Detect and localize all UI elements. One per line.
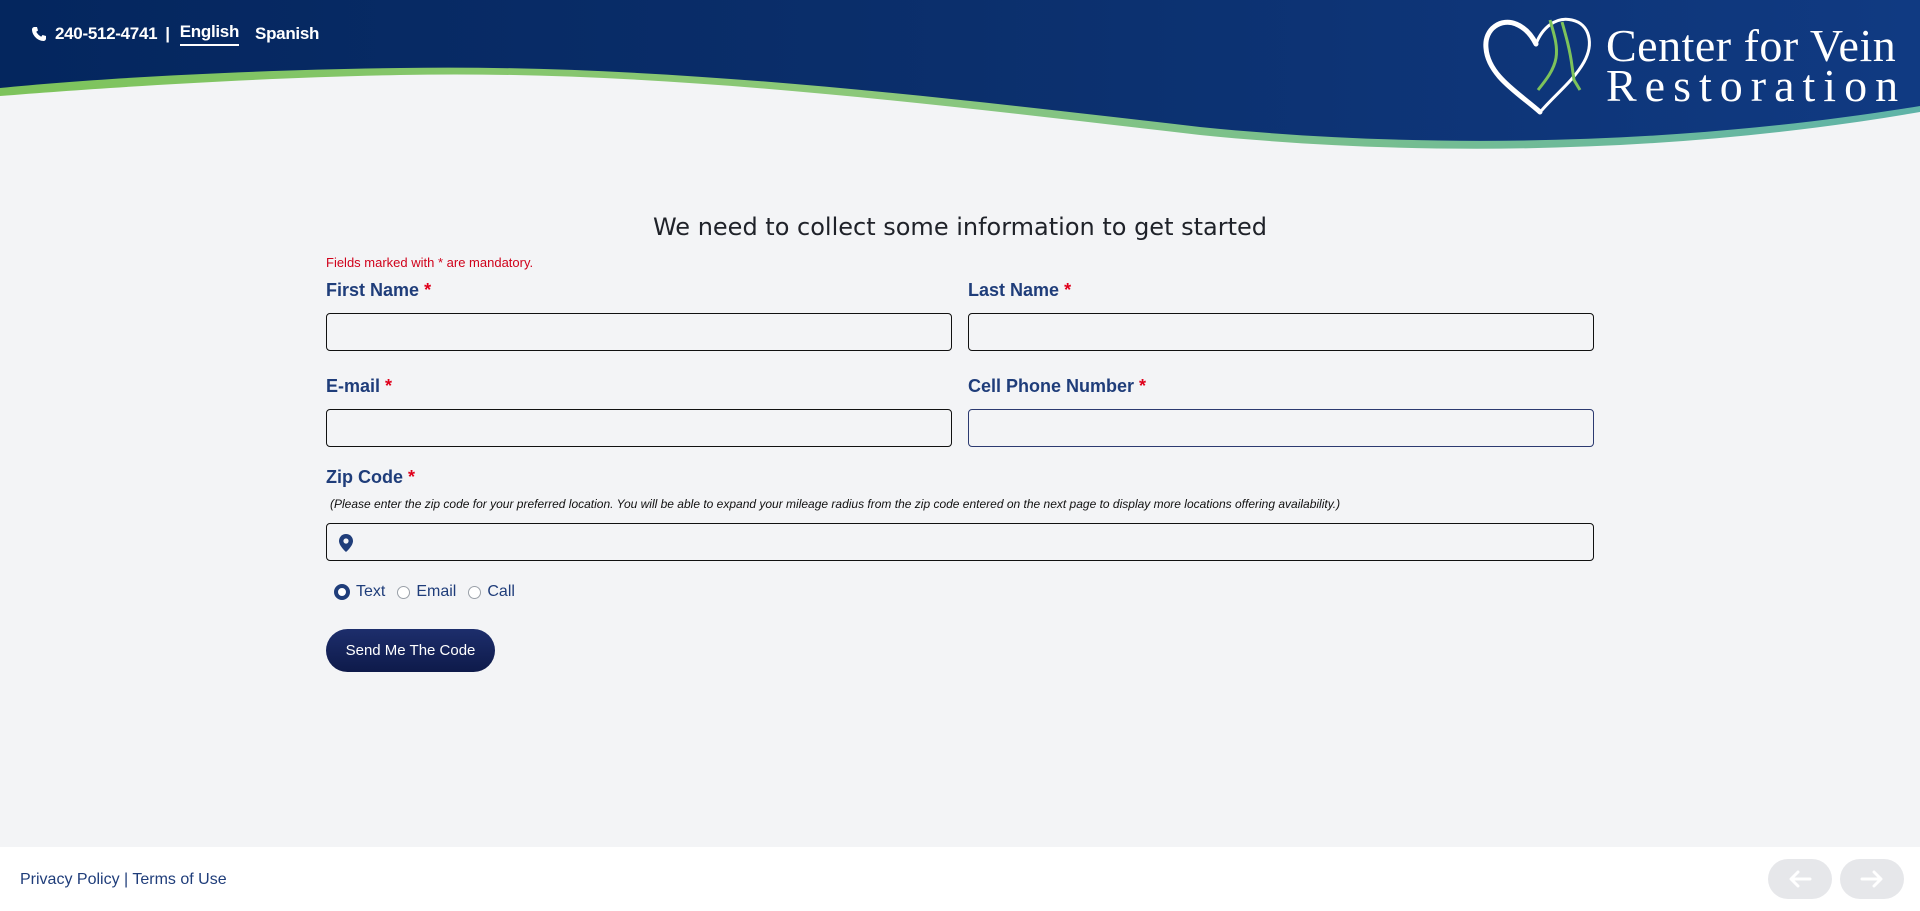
phone-icon (31, 26, 47, 42)
top-contact-bar: 240-512-4741 | English Spanish (31, 22, 335, 46)
zip-code-input[interactable] (326, 523, 1594, 561)
contact-method-text-label: Text (356, 583, 386, 600)
last-name-label: Last Name * (968, 280, 1594, 306)
email-input[interactable] (326, 409, 952, 447)
name-row: First Name * Last Name * (326, 273, 1594, 351)
zip-code-label-text: Zip Code (326, 467, 403, 487)
footer-links: Privacy Policy | Terms of Use (20, 871, 227, 889)
contact-row: E-mail * Cell Phone Number * (326, 369, 1594, 447)
send-me-the-code-button[interactable]: Send Me The Code (326, 629, 495, 672)
last-name-label-text: Last Name (968, 280, 1060, 300)
zip-code-input-wrap (326, 523, 1594, 561)
previous-button[interactable] (1768, 859, 1832, 899)
zip-code-field: Zip Code * (Please enter the zip code fo… (326, 467, 1594, 561)
radio-indicator[interactable] (468, 585, 482, 599)
topbar-separator: | (165, 24, 170, 43)
last-name-input[interactable] (968, 313, 1594, 351)
required-marker: * (408, 467, 416, 487)
contact-method-radio-group: Text Email Call (326, 583, 1594, 601)
form-title: We need to collect some information to g… (652, 213, 1268, 241)
cell-phone-input[interactable] (968, 409, 1594, 447)
footer-separator: | (124, 871, 129, 888)
last-name-field: Last Name * (968, 273, 1594, 351)
email-field: E-mail * (326, 369, 952, 447)
signup-form: We need to collect some information to g… (326, 210, 1594, 672)
site-header: 240-512-4741 | English Spanish Center fo… (0, 0, 1920, 160)
contact-method-call-radio[interactable]: Call (468, 583, 515, 601)
required-marker: * (1139, 376, 1147, 396)
first-name-label-text: First Name (326, 280, 420, 300)
contact-method-text-radio[interactable]: Text (334, 583, 385, 601)
zip-code-label: Zip Code * (326, 467, 1594, 493)
radio-indicator[interactable] (334, 584, 350, 600)
site-footer: Privacy Policy | Terms of Use (0, 847, 1920, 911)
first-name-label: First Name * (326, 280, 952, 306)
contact-method-email-radio[interactable]: Email (397, 583, 456, 601)
terms-of-use-link[interactable]: Terms of Use (132, 871, 226, 888)
arrow-right-icon (1860, 870, 1883, 888)
cell-phone-label-text: Cell Phone Number (968, 376, 1135, 396)
map-pin-icon (339, 534, 353, 552)
cell-phone-label: Cell Phone Number * (968, 376, 1594, 402)
mandatory-note: Fields marked with * are mandatory. (326, 255, 534, 270)
privacy-policy-link[interactable]: Privacy Policy (20, 871, 120, 888)
radio-indicator[interactable] (397, 585, 411, 599)
language-spanish-link[interactable]: Spanish (255, 24, 319, 44)
email-label-text: E-mail (326, 376, 381, 396)
arrow-left-icon (1789, 870, 1812, 888)
first-name-field: First Name * (326, 273, 952, 351)
language-english-link[interactable]: English (179, 22, 239, 46)
heart-leg-logo-icon (1483, 17, 1591, 115)
first-name-input[interactable] (326, 313, 952, 351)
contact-method-email-label: Email (416, 583, 457, 600)
phone-number[interactable]: 240-512-4741 (55, 24, 158, 44)
logo-line-2: Restoration (1606, 60, 1907, 111)
contact-method-call-label: Call (487, 583, 515, 600)
required-marker: * (424, 280, 432, 300)
next-button[interactable] (1840, 859, 1904, 899)
email-label: E-mail * (326, 376, 952, 402)
required-marker: * (1064, 280, 1072, 300)
logo-wordmark: Center for Vein Restoration (1606, 23, 1907, 111)
required-marker: * (385, 376, 393, 396)
cell-phone-field: Cell Phone Number * (968, 369, 1594, 447)
center-for-vein-restoration-logo[interactable]: Center for Vein Restoration (1480, 14, 1906, 118)
zip-code-note: (Please enter the zip code for your pref… (330, 497, 1341, 511)
